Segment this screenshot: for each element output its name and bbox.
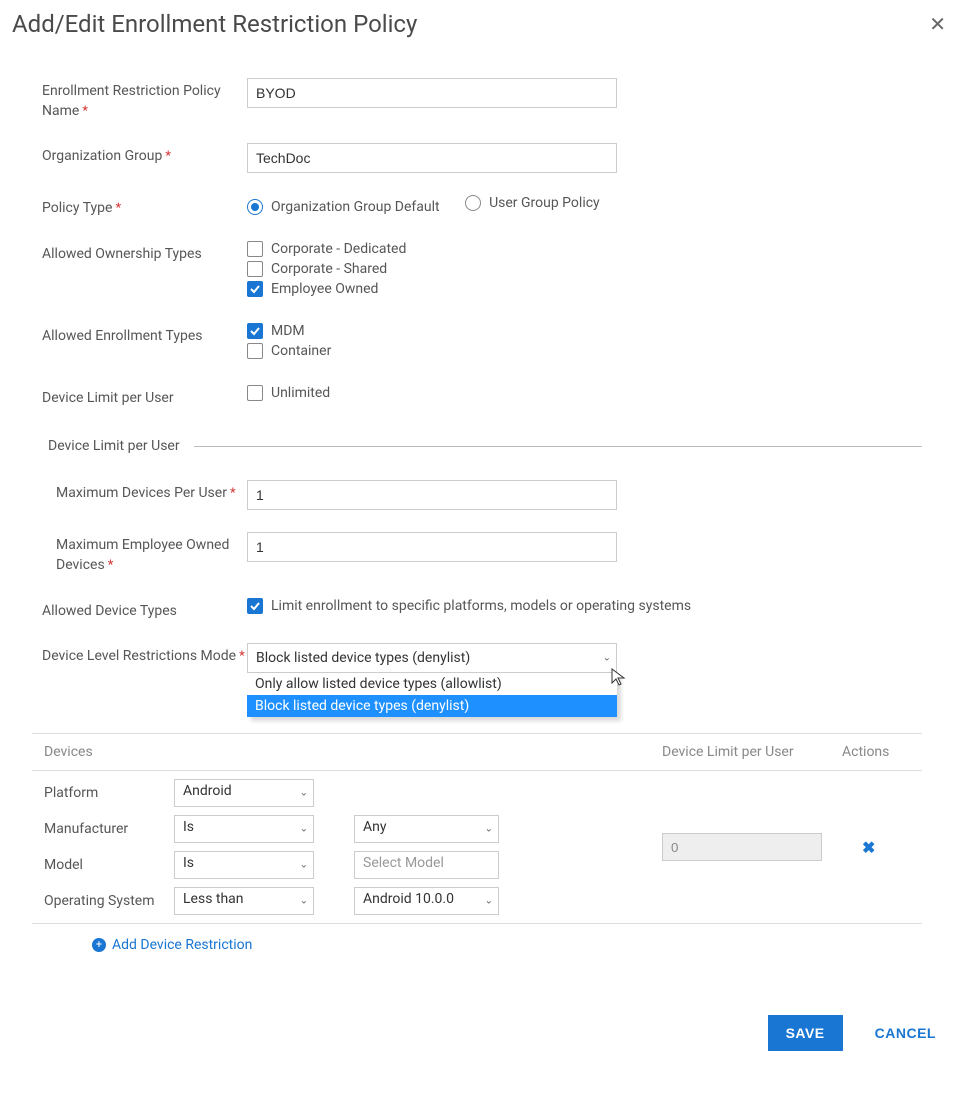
select-display[interactable]: Block listed device types (denylist) (247, 643, 617, 673)
select-manufacturer-op[interactable]: Is (174, 815, 314, 843)
form-body: Enrollment Restriction Policy Name Organ… (12, 48, 952, 673)
row-max-devices: Maximum Devices Per User (56, 480, 922, 510)
input-model-value[interactable]: Select Model (354, 851, 499, 879)
checkbox-label: Employee Owned (271, 281, 378, 297)
checkbox-mdm[interactable]: MDM (247, 323, 922, 339)
checkbox-label: Unlimited (271, 385, 330, 401)
checkbox-corporate-shared[interactable]: Corporate - Shared (247, 261, 922, 277)
dropdown-option-denylist[interactable]: Block listed device types (denylist) (247, 695, 617, 717)
radio-icon (465, 195, 481, 211)
checkbox-icon (247, 385, 263, 401)
checkbox-employee-owned[interactable]: Employee Owned (247, 281, 922, 297)
checkbox-icon (247, 598, 263, 614)
add-device-restriction-link[interactable]: + Add Device Restriction (92, 937, 252, 953)
checkbox-icon (247, 281, 263, 297)
select-value: Any (363, 819, 387, 835)
close-icon[interactable]: ✕ (923, 10, 952, 38)
select-platform[interactable]: Android (174, 779, 314, 807)
dropdown-restrictions-mode: Only allow listed device types (allowlis… (247, 673, 617, 717)
divider-line (194, 446, 922, 447)
label-model: Model (44, 857, 174, 873)
select-value: Is (183, 855, 194, 871)
devices-table-header: Devices Device Limit per User Actions (32, 733, 922, 771)
select-model-op[interactable]: Is (174, 851, 314, 879)
label-os: Operating System (44, 893, 174, 909)
select-value: Is (183, 819, 194, 835)
checkbox-label: Limit enrollment to specific platforms, … (271, 598, 691, 614)
input-max-devices[interactable] (247, 480, 617, 510)
row-org-group: Organization Group (42, 143, 922, 173)
row-ownership-types: Allowed Ownership Types Corporate - Dedi… (42, 241, 922, 301)
input-device-limit (662, 833, 822, 861)
label-max-devices: Maximum Devices Per User (56, 480, 247, 504)
select-restrictions-mode[interactable]: Block listed device types (denylist) ⌄ O… (247, 643, 617, 673)
modal-header: Add/Edit Enrollment Restriction Policy ✕ (12, 10, 952, 48)
radio-icon (247, 199, 263, 215)
input-org-group[interactable] (247, 143, 617, 173)
label-org-group: Organization Group (42, 143, 247, 167)
device-restriction-row: Platform Android ⌄ Manufacturer Is ⌄ Any… (32, 771, 922, 924)
radio-org-group-default[interactable]: Organization Group Default (247, 199, 440, 215)
label-device-limit: Device Limit per User (42, 385, 247, 409)
label-allowed-device-types: Allowed Device Types (42, 598, 247, 622)
select-manufacturer-value[interactable]: Any (354, 815, 499, 843)
checkbox-icon (247, 261, 263, 277)
header-device-limit: Device Limit per User (662, 744, 842, 760)
remove-restriction-icon[interactable]: ✖ (862, 838, 875, 857)
row-allowed-device-types: Allowed Device Types Limit enrollment to… (42, 598, 922, 622)
label-max-emp-owned: Maximum Employee Owned Devices (56, 532, 247, 575)
radio-label: Organization Group Default (271, 199, 440, 215)
label-enrollment: Allowed Enrollment Types (42, 323, 247, 347)
label-policy-name: Enrollment Restriction Policy Name (42, 78, 247, 121)
label-ownership: Allowed Ownership Types (42, 241, 247, 265)
label-manufacturer: Manufacturer (44, 821, 174, 837)
checkbox-limit-enrollment[interactable]: Limit enrollment to specific platforms, … (247, 598, 922, 614)
plus-icon: + (92, 938, 106, 952)
checkbox-container[interactable]: Container (247, 343, 922, 359)
section-title: Device Limit per User (42, 438, 194, 454)
row-policy-name: Enrollment Restriction Policy Name (42, 78, 922, 121)
row-enrollment-types: Allowed Enrollment Types MDM Container (42, 323, 922, 363)
checkbox-unlimited[interactable]: Unlimited (247, 385, 922, 401)
select-value: Android 10.0.0 (363, 891, 454, 907)
modal-footer: SAVE CANCEL (12, 965, 952, 1061)
checkbox-corporate-dedicated[interactable]: Corporate - Dedicated (247, 241, 922, 257)
checkbox-icon (247, 343, 263, 359)
select-os-op[interactable]: Less than (174, 887, 314, 915)
checkbox-icon (247, 241, 263, 257)
label-policy-type: Policy Type (42, 195, 247, 219)
select-value: Block listed device types (denylist) (256, 650, 470, 666)
header-devices: Devices (32, 744, 662, 760)
add-link-label: Add Device Restriction (112, 937, 252, 953)
row-policy-type: Policy Type Organization Group Default U… (42, 195, 922, 219)
save-button[interactable]: SAVE (768, 1015, 843, 1051)
header-actions: Actions (842, 744, 922, 760)
input-max-emp-owned[interactable] (247, 532, 617, 562)
row-device-limit-toggle: Device Limit per User Unlimited (42, 385, 922, 409)
cancel-button[interactable]: CANCEL (871, 1015, 940, 1051)
section-device-limit: Device Limit per User (42, 438, 922, 454)
checkbox-icon (247, 323, 263, 339)
row-max-emp-owned: Maximum Employee Owned Devices (56, 532, 922, 575)
checkbox-label: Corporate - Shared (271, 261, 387, 277)
modal-title: Add/Edit Enrollment Restriction Policy (12, 10, 417, 38)
radio-label: User Group Policy (489, 195, 600, 211)
enrollment-restriction-modal: Add/Edit Enrollment Restriction Policy ✕… (0, 0, 964, 1081)
select-value: Less than (183, 891, 244, 907)
checkbox-label: Container (271, 343, 331, 359)
select-os-value[interactable]: Android 10.0.0 (354, 887, 499, 915)
row-restrictions-mode: Device Level Restrictions Mode Block lis… (42, 643, 922, 673)
add-device-restriction-row: + Add Device Restriction (42, 924, 922, 965)
dropdown-option-allowlist[interactable]: Only allow listed device types (allowlis… (247, 673, 617, 695)
radio-user-group-policy[interactable]: User Group Policy (465, 195, 600, 211)
label-restrictions-mode: Device Level Restrictions Mode (42, 643, 247, 667)
input-policy-name[interactable] (247, 78, 617, 108)
label-platform: Platform (44, 785, 174, 801)
checkbox-label: Corporate - Dedicated (271, 241, 406, 257)
select-value: Android (183, 783, 232, 799)
checkbox-label: MDM (271, 323, 305, 339)
placeholder-text: Select Model (363, 855, 444, 871)
